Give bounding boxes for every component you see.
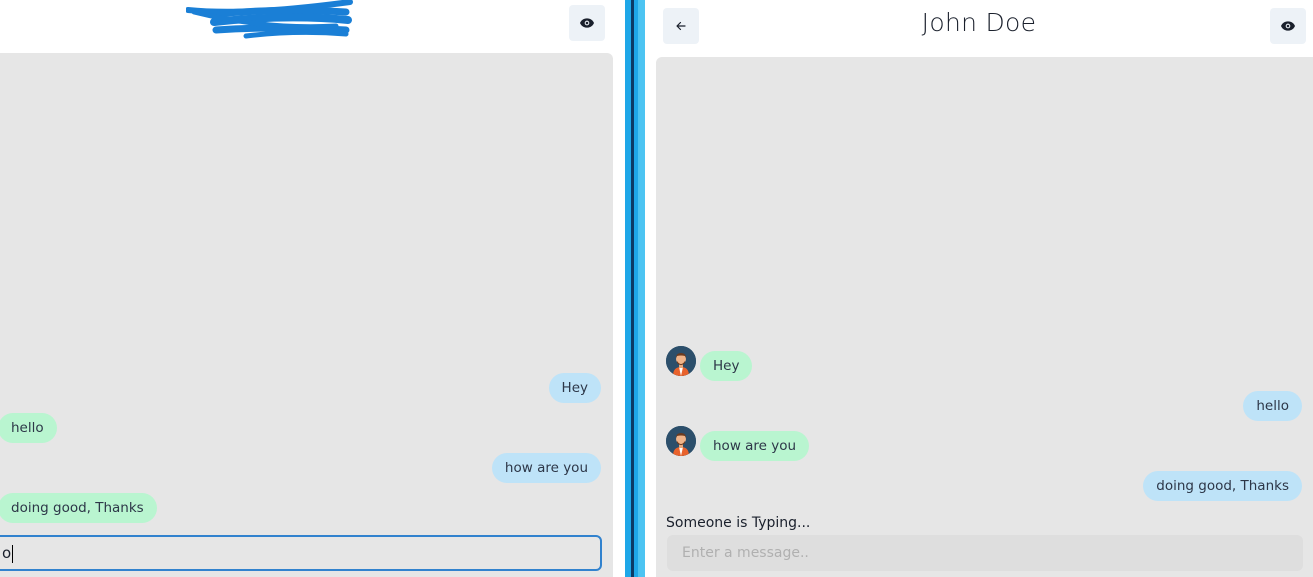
message-bubble: how are you <box>491 453 601 483</box>
chat-title: John Doe <box>921 8 1037 37</box>
redacted-name-scribble <box>186 0 353 39</box>
message-input[interactable] <box>667 535 1303 571</box>
message-bubble: doing good, Thanks <box>0 493 157 523</box>
message-bubble: hello <box>0 413 57 443</box>
message-bubble: how are you <box>700 431 810 461</box>
message-bubble: Hey <box>700 351 753 381</box>
user-avatar-icon <box>666 346 696 376</box>
user-avatar-icon <box>666 426 696 456</box>
view-profile-button[interactable] <box>1270 8 1306 44</box>
left-chat-window: Hey hello how are you doing good, Thanks… <box>0 0 625 577</box>
eye-icon <box>580 18 594 28</box>
message-bubble: Hey <box>548 373 601 403</box>
window-divider <box>625 0 645 577</box>
message-input-value: o <box>2 544 12 562</box>
message-bubble: hello <box>1243 391 1302 421</box>
sender-avatar[interactable] <box>666 346 696 376</box>
message-bubble: doing good, Thanks <box>1143 471 1302 501</box>
typing-indicator: Someone is Typing... <box>666 515 811 531</box>
view-profile-button[interactable] <box>569 5 605 41</box>
app-root: Hey hello how are you doing good, Thanks… <box>0 0 1313 577</box>
message-input[interactable]: o <box>0 535 602 571</box>
eye-icon <box>1281 21 1295 31</box>
text-caret <box>12 544 14 563</box>
right-chat-window: John Doe Hey hello how are you doing goo… <box>645 0 1313 577</box>
sender-avatar[interactable] <box>666 426 696 456</box>
